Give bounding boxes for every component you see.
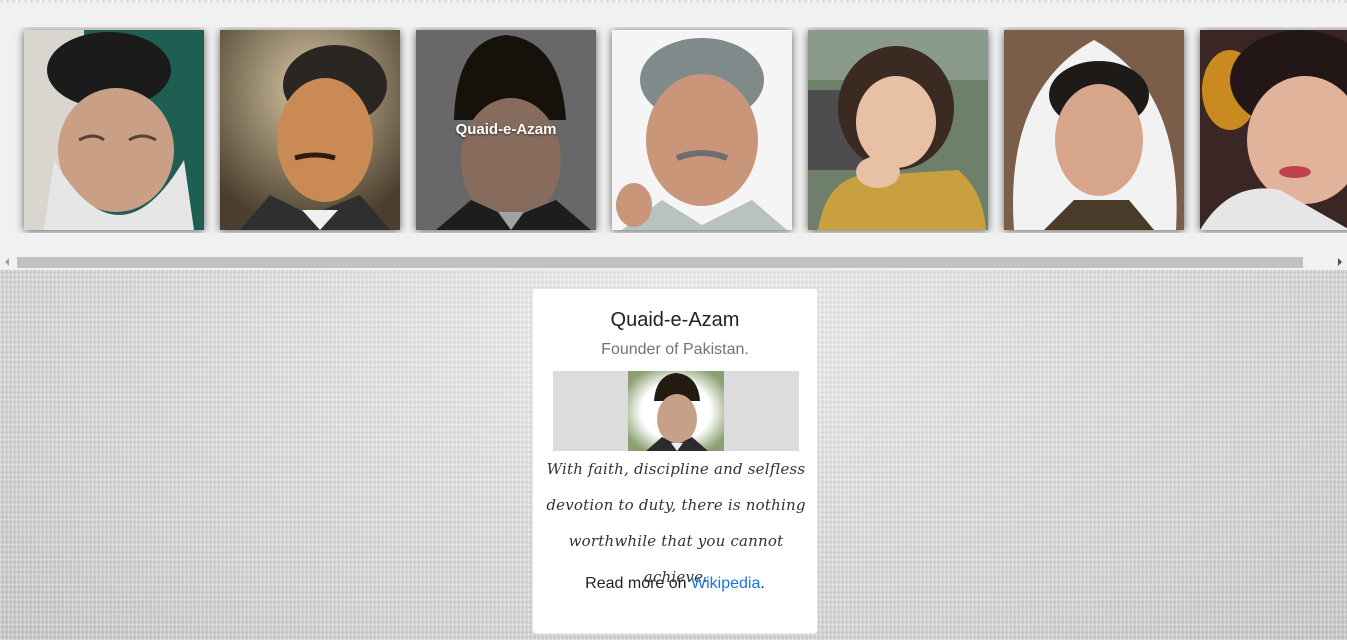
wikipedia-link[interactable]: Wikipedia: [691, 575, 760, 592]
portrait-gallery-bar: Quaid-e-Azam: [0, 0, 1347, 270]
gallery-horizontal-scrollbar[interactable]: [0, 255, 1347, 270]
read-more-line: Read more on Wikipedia.: [533, 575, 817, 593]
gallery-thumb-edhi[interactable]: [24, 30, 204, 230]
thumb-hover-caption: Quaid-e-Azam: [455, 121, 557, 138]
arfa-karim-portrait-image: [808, 30, 988, 230]
scrollbar-thumb[interactable]: [17, 257, 1303, 268]
quaid-e-azam-card-portrait: [628, 371, 724, 451]
portrait-gallery[interactable]: Quaid-e-Azam: [0, 27, 1347, 233]
iqbal-portrait-image: [220, 30, 400, 230]
gallery-thumb-iqbal[interactable]: [220, 30, 400, 230]
card-image-frame: [553, 371, 799, 451]
read-more-prefix: Read more on: [585, 575, 692, 592]
benazir-portrait-image: [1004, 30, 1184, 230]
scroll-left-arrow-icon[interactable]: [5, 258, 9, 266]
card-quote: With faith, discipline and selfless devo…: [546, 460, 806, 586]
aq-khan-portrait-image: [612, 30, 792, 230]
edhi-portrait-image: [24, 30, 204, 230]
gallery-thumb-arfa-karim[interactable]: [808, 30, 988, 230]
card-subtitle: Founder of Pakistan.: [601, 341, 749, 358]
gallery-thumb-aq-khan[interactable]: [612, 30, 792, 230]
gallery-thumb-benazir[interactable]: [1004, 30, 1184, 230]
card-title: Quaid-e-Azam: [610, 309, 740, 331]
person-detail-card: Quaid-e-Azam Founder of Pakistan. With f…: [532, 288, 818, 634]
gallery-thumb-quaid-e-azam[interactable]: Quaid-e-Azam: [416, 30, 596, 230]
noor-jehan-portrait-image: [1200, 30, 1347, 230]
gallery-thumb-noor-jehan[interactable]: [1200, 30, 1347, 230]
read-more-suffix: .: [760, 575, 765, 592]
scroll-right-arrow-icon[interactable]: [1338, 258, 1342, 266]
